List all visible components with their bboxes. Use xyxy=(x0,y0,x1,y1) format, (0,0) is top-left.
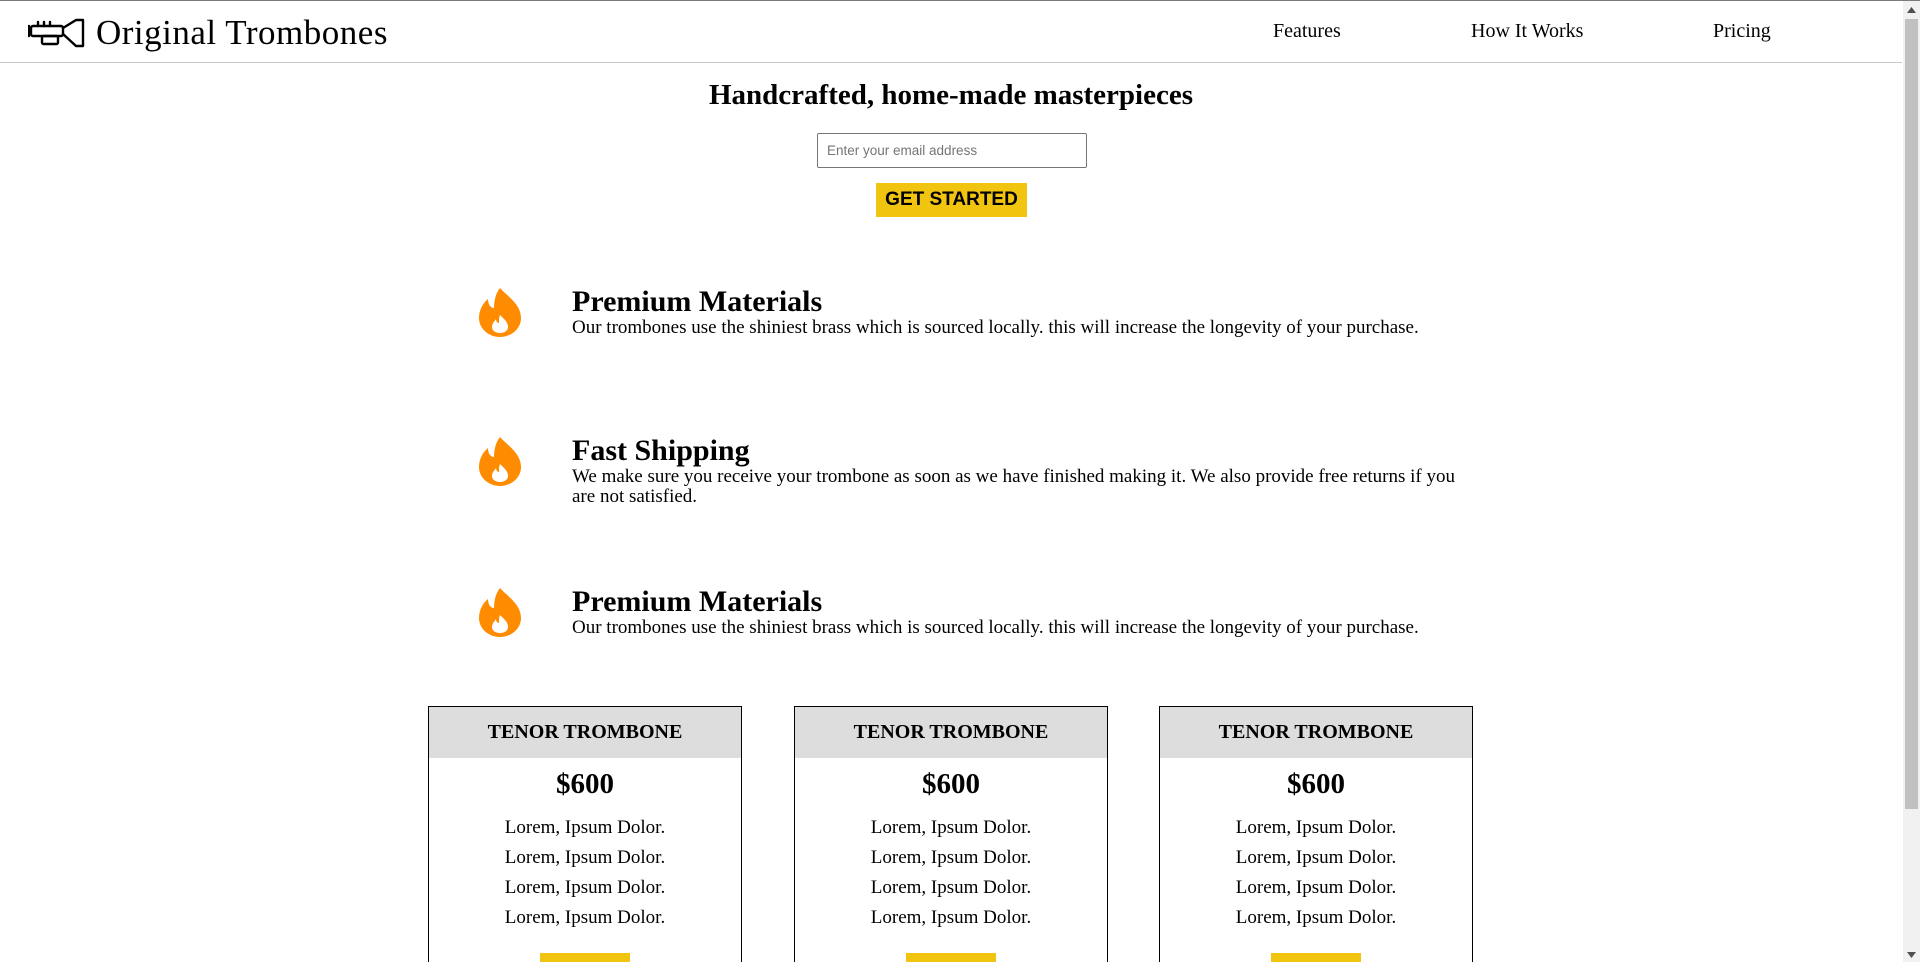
brand-name: Original Trombones xyxy=(96,13,388,52)
plan-feature: Lorem, Ipsum Dolor. xyxy=(504,817,666,838)
feature-title: Premium Materials xyxy=(572,285,823,318)
plan-feature: Lorem, Ipsum Dolor. xyxy=(1235,907,1397,928)
feature-title: Fast Shipping xyxy=(572,434,750,467)
fire-icon xyxy=(479,588,521,637)
trombone-icon xyxy=(28,18,85,48)
select-plan-button[interactable]: SELECT xyxy=(540,953,630,962)
get-started-button[interactable]: GET STARTED xyxy=(876,183,1027,217)
plan-feature: Lorem, Ipsum Dolor. xyxy=(504,877,666,898)
nav-link-how-it-works[interactable]: How It Works xyxy=(1471,20,1583,43)
plan-feature-list: Lorem, Ipsum Dolor. Lorem, Ipsum Dolor. … xyxy=(1160,813,1472,933)
vertical-scrollbar[interactable] xyxy=(1903,1,1920,962)
email-input[interactable] xyxy=(817,133,1087,168)
scroll-up-arrow-icon[interactable] xyxy=(1903,1,1920,18)
plan-feature-list: Lorem, Ipsum Dolor. Lorem, Ipsum Dolor. … xyxy=(795,813,1107,933)
plan-feature: Lorem, Ipsum Dolor. xyxy=(870,907,1032,928)
plan-price: $600 xyxy=(922,768,980,800)
fire-icon xyxy=(479,288,521,337)
select-plan-button[interactable]: SELECT xyxy=(1271,953,1361,962)
scroll-down-arrow-icon[interactable] xyxy=(1903,946,1920,962)
plan-feature-list: Lorem, Ipsum Dolor. Lorem, Ipsum Dolor. … xyxy=(429,813,741,933)
plan-feature: Lorem, Ipsum Dolor. xyxy=(870,877,1032,898)
pricing-plan: TENOR TROMBONE $600 Lorem, Ipsum Dolor. … xyxy=(1159,706,1473,962)
page: Original Trombones Features How It Works… xyxy=(0,0,1920,962)
pricing-plan: TENOR TROMBONE $600 Lorem, Ipsum Dolor. … xyxy=(428,706,742,962)
plan-name: TENOR TROMBONE xyxy=(1160,707,1472,758)
plan-feature: Lorem, Ipsum Dolor. xyxy=(504,907,666,928)
feature-title: Premium Materials xyxy=(572,585,823,618)
brand-logo[interactable]: Original Trombones xyxy=(28,13,388,53)
select-plan-button[interactable]: SELECT xyxy=(906,953,996,962)
plan-feature: Lorem, Ipsum Dolor. xyxy=(870,817,1032,838)
hero-title: Handcrafted, home-made masterpieces xyxy=(708,79,1194,111)
feature-description: We make sure you receive your trombone a… xyxy=(572,466,1455,507)
plan-feature: Lorem, Ipsum Dolor. xyxy=(870,847,1032,868)
plan-price: $600 xyxy=(556,768,614,800)
plan-price: $600 xyxy=(1287,768,1345,800)
plan-name: TENOR TROMBONE xyxy=(429,707,741,758)
plan-feature: Lorem, Ipsum Dolor. xyxy=(1235,817,1397,838)
feature-description: Our trombones use the shiniest brass whi… xyxy=(572,617,1419,638)
scrollbar-thumb[interactable] xyxy=(1905,19,1918,809)
feature-text: Premium Materials Our trombones use the … xyxy=(572,286,1472,338)
feature-description: Our trombones use the shiniest brass whi… xyxy=(572,317,1419,338)
nav-link-pricing[interactable]: Pricing xyxy=(1713,20,1771,43)
plan-feature: Lorem, Ipsum Dolor. xyxy=(504,847,666,868)
nav-link-features[interactable]: Features xyxy=(1273,20,1341,43)
plan-feature: Lorem, Ipsum Dolor. xyxy=(1235,847,1397,868)
pricing-plan: TENOR TROMBONE $600 Lorem, Ipsum Dolor. … xyxy=(794,706,1108,962)
plan-name: TENOR TROMBONE xyxy=(795,707,1107,758)
plan-feature: Lorem, Ipsum Dolor. xyxy=(1235,877,1397,898)
feature-text: Fast Shipping We make sure you receive y… xyxy=(572,435,1472,507)
site-header: Original Trombones Features How It Works… xyxy=(0,1,1902,63)
fire-icon xyxy=(479,437,521,486)
feature-text: Premium Materials Our trombones use the … xyxy=(572,586,1472,638)
